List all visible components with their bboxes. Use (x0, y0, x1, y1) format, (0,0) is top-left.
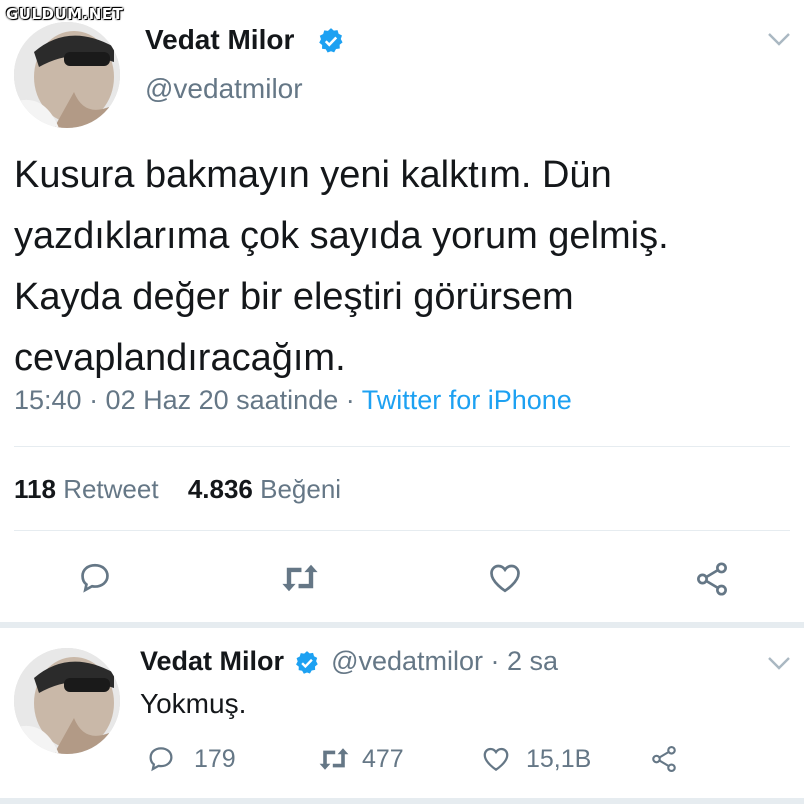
like-count: 15,1B (526, 744, 592, 773)
tweet-stats: 118 Retweet 4.836 Beğeni (14, 474, 341, 505)
tweet-text-line: cevaplandıracağım. (14, 337, 346, 379)
tweet-text-line: Kusura bakmayın yeni kalktım. Dün (14, 154, 612, 196)
retweet-count: 477 (362, 744, 404, 773)
chevron-down-icon[interactable] (766, 30, 792, 48)
like-icon (483, 747, 509, 771)
reply-header: Vedat Milor @vedatmilor · 2 sa (140, 646, 558, 677)
verified-badge-icon (319, 28, 343, 53)
retweet-icon[interactable] (278, 560, 322, 596)
share-icon[interactable] (648, 744, 680, 774)
avatar[interactable] (14, 22, 120, 128)
retweet-stat[interactable]: 118 Retweet (14, 474, 159, 504)
like-icon[interactable] (486, 560, 524, 596)
tweet-text-line: yazdıklarıma çok sayıda yorum gelmiş. (14, 215, 669, 257)
like-count: 4.836 (187, 474, 253, 504)
author-name[interactable]: Vedat Milor (145, 24, 294, 56)
like-label: Beğeni (260, 474, 342, 504)
reply-icon (149, 747, 173, 772)
retweet-icon (319, 748, 349, 770)
bottom-separator (0, 798, 804, 804)
reply-action-like[interactable]: 15,1B (480, 744, 591, 774)
tweet-text-line: Kayda değer bir eleştiri görürsem (14, 276, 574, 318)
verified-badge-icon (295, 650, 318, 674)
share-icon[interactable] (692, 560, 732, 598)
reply-action-reply[interactable]: 179 (146, 744, 236, 774)
like-stat[interactable]: 4.836 Beğeni (188, 474, 341, 504)
reply-action-retweet[interactable]: 477 (316, 744, 404, 774)
chevron-down-icon[interactable] (766, 654, 792, 672)
tweet-source-link[interactable]: Twitter for iPhone (362, 385, 572, 415)
reply-icon[interactable] (77, 560, 113, 596)
tweet-timestamp[interactable]: 15:40 · 02 Haz 20 saatinde · (14, 385, 362, 415)
avatar-photo (14, 648, 120, 754)
reply-author-name[interactable]: Vedat Milor (140, 646, 284, 676)
reply-count: 179 (194, 744, 236, 773)
tweet-text: Kusura bakmayın yeni kalktım. Dün yazdık… (14, 145, 794, 389)
avatar-photo (14, 22, 120, 128)
retweet-label: Retweet (63, 474, 159, 504)
divider (14, 530, 790, 531)
reply-handle-time[interactable]: @vedatmilor · 2 sa (331, 646, 558, 676)
author-handle[interactable]: @vedatmilor (145, 73, 303, 105)
tweet-meta: 15:40 · 02 Haz 20 saatinde · Twitter for… (14, 385, 572, 416)
retweet-count: 118 (14, 474, 56, 504)
reply-text: Yokmuş. (140, 688, 247, 719)
watermark-logo: GULDUM.NET (6, 5, 124, 23)
section-separator (0, 622, 804, 628)
reply-avatar[interactable] (14, 648, 120, 754)
divider (14, 446, 790, 447)
